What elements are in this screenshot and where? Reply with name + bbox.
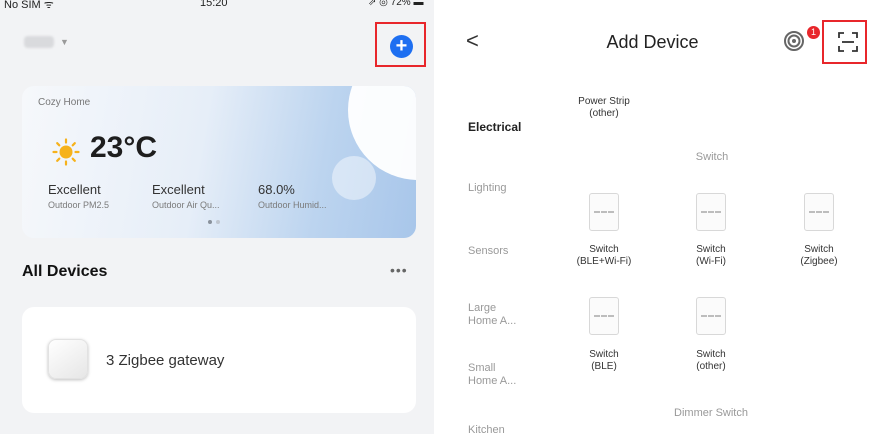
- highlight-box-scan: [822, 20, 867, 64]
- switch-ble-label[interactable]: Switch (BLE): [554, 349, 654, 373]
- metric-label: Outdoor Humid...: [258, 200, 327, 210]
- home-screen: No SIM ᯤ 15:20 ⇗ ◎ 72% ▬ ▼ + Cozy Home 2…: [0, 0, 434, 434]
- chevron-down-icon: ▼: [60, 37, 69, 47]
- metric-label: Outdoor PM2.5: [48, 200, 110, 210]
- power-strip-item[interactable]: Power Strip (other): [554, 96, 654, 120]
- home-name-blurred: [24, 36, 54, 48]
- status-time: 15:20: [200, 0, 228, 9]
- bubble-decoration: [332, 156, 376, 200]
- category-lighting[interactable]: Lighting: [468, 182, 507, 195]
- sun-icon: [52, 138, 80, 166]
- switch-wifi-label[interactable]: Switch (Wi-Fi): [661, 244, 761, 268]
- more-icon[interactable]: •••: [390, 262, 408, 278]
- switch-zigbee-label[interactable]: Switch (Zigbee): [769, 244, 869, 268]
- home-selector[interactable]: ▼: [24, 36, 69, 48]
- notification-badge: 1: [807, 26, 820, 39]
- switch-ble-wifi-label[interactable]: Switch (BLE+Wi-Fi): [554, 244, 654, 268]
- switch-other-label[interactable]: Switch (other): [661, 349, 761, 373]
- switch-icon[interactable]: [696, 297, 726, 335]
- dimmer-switch-section-title: Dimmer Switch: [674, 407, 748, 419]
- metric-value: 68.0%: [258, 182, 295, 197]
- category-large-home-appliances[interactable]: Large Home A...: [468, 302, 516, 328]
- gateway-icon: [48, 339, 88, 379]
- highlight-box-add: [375, 22, 426, 67]
- page-indicator: [208, 220, 220, 224]
- status-icons: ⇗ ◎ 72% ▬: [368, 0, 424, 8]
- device-card[interactable]: 3 Zigbee gateway: [22, 307, 416, 413]
- scan-ring-icon[interactable]: [783, 30, 805, 52]
- add-device-screen: < Add Device 1 Electrical Lighting Senso…: [436, 0, 869, 434]
- page-dot: [216, 220, 220, 224]
- switch-icon[interactable]: [589, 297, 619, 335]
- metric-humidity: 68.0% Outdoor Humid...: [258, 182, 327, 210]
- weather-card[interactable]: Cozy Home 23°C Excellent Outdoor PM2.5 E…: [22, 86, 416, 238]
- all-devices-heading: All Devices: [22, 263, 108, 280]
- page-dot-active: [208, 220, 212, 224]
- switch-section-title: Switch: [695, 151, 729, 163]
- temperature: 23°C: [90, 131, 158, 164]
- category-electrical[interactable]: Electrical: [468, 121, 521, 134]
- switch-icon[interactable]: [804, 193, 834, 231]
- category-kitchen[interactable]: Kitchen: [468, 424, 505, 434]
- metric-pm25: Excellent Outdoor PM2.5: [48, 182, 109, 210]
- device-name: 3 Zigbee gateway: [106, 352, 225, 369]
- carrier-text: No SIM ᯤ: [4, 0, 54, 11]
- card-home-name: Cozy Home: [38, 97, 91, 108]
- switch-icon[interactable]: [696, 193, 726, 231]
- status-bar: No SIM ᯤ 15:20 ⇗ ◎ 72% ▬: [0, 0, 434, 14]
- switch-icon[interactable]: [589, 193, 619, 231]
- metric-value: Excellent: [48, 182, 101, 197]
- category-small-home-appliances[interactable]: Small Home A...: [468, 362, 516, 388]
- metric-value: Excellent: [152, 182, 205, 197]
- metric-air-quality: Excellent Outdoor Air Qu...: [152, 182, 220, 210]
- metric-label: Outdoor Air Qu...: [152, 200, 220, 210]
- category-sensors[interactable]: Sensors: [468, 245, 508, 258]
